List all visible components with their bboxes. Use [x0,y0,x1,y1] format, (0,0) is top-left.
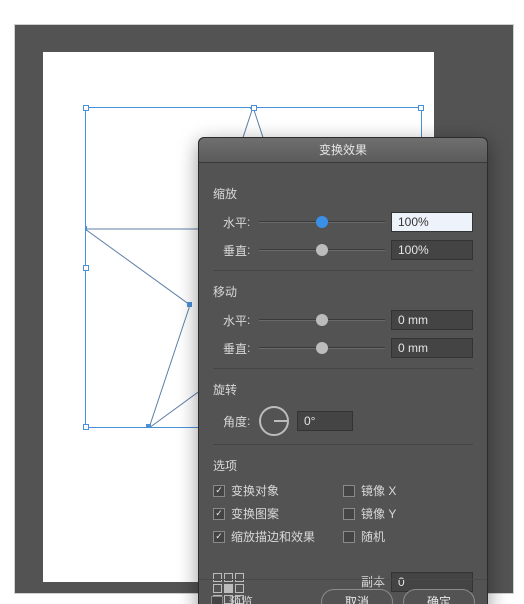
dialog-footer: 预览 取消 确定 [199,579,487,604]
move-horizontal-row: 水平: 0 mm [213,308,473,332]
section-move-title: 移动 [213,283,473,300]
document-window: 变换效果 缩放 水平: 100% 垂直: 100% [14,24,514,594]
move-v-input[interactable]: 0 mm [391,338,473,358]
resize-handle-bl[interactable] [83,424,89,430]
slider-thumb-icon[interactable] [316,314,328,326]
angle-input[interactable]: 0° [297,411,353,431]
checkbox-random[interactable]: 随机 [343,528,473,545]
checkbox-label: 预览 [229,593,253,604]
resize-handle-tm[interactable] [251,105,257,111]
resize-handle-tl[interactable] [83,105,89,111]
checkbox-icon [211,596,223,604]
resize-handle-tr[interactable] [418,105,424,111]
rotate-row: 角度: 0° [213,406,473,436]
checkbox-label: 变换对象 [231,482,279,499]
checkbox-icon [343,508,355,520]
divider [213,270,473,271]
move-vertical-row: 垂直: 0 mm [213,336,473,360]
checkbox-transform-objects[interactable]: ✓ 变换对象 [213,482,343,499]
scale-h-slider[interactable] [253,212,391,232]
checkbox-icon: ✓ [213,485,225,497]
divider [213,444,473,445]
checkbox-preview[interactable]: 预览 [211,593,253,604]
section-options-title: 选项 [213,457,473,474]
move-v-slider[interactable] [253,338,391,358]
checkbox-icon [343,485,355,497]
scale-v-input[interactable]: 100% [391,240,473,260]
scale-h-label: 水平 [213,214,247,231]
angle-label: 角度 [213,413,247,430]
scale-horizontal-row: 水平: 100% [213,210,473,234]
checkbox-icon: ✓ [213,508,225,520]
divider [213,368,473,369]
slider-thumb-icon[interactable] [316,216,328,228]
checkbox-icon [343,531,355,543]
transform-effect-dialog: 变换效果 缩放 水平: 100% 垂直: 100% [198,137,488,604]
checkbox-transform-patterns[interactable]: ✓ 变换图案 [213,505,343,522]
options-grid: ✓ 变换对象 镜像 X ✓ 变换图案 镜像 Y [213,482,473,545]
checkbox-mirror-y[interactable]: 镜像 Y [343,505,473,522]
checkbox-mirror-x[interactable]: 镜像 X [343,482,473,499]
checkbox-icon: ✓ [213,531,225,543]
move-v-label: 垂直 [213,340,247,357]
slider-thumb-icon[interactable] [316,342,328,354]
move-h-input[interactable]: 0 mm [391,310,473,330]
app-root: 变换效果 缩放 水平: 100% 垂直: 100% [0,0,524,604]
section-scale-title: 缩放 [213,185,473,202]
scale-h-input[interactable]: 100% [391,212,473,232]
ok-button[interactable]: 确定 [403,589,475,604]
checkbox-label: 随机 [361,528,385,545]
checkbox-label: 变换图案 [231,505,279,522]
scale-v-label: 垂直 [213,242,247,259]
resize-handle-ml[interactable] [83,265,89,271]
dialog-body: 缩放 水平: 100% 垂直: 100% 移动 [199,163,487,604]
checkbox-label: 镜像 Y [361,505,396,522]
move-h-slider[interactable] [253,310,391,330]
angle-dial[interactable] [259,406,289,436]
checkbox-label: 镜像 X [361,482,396,499]
checkbox-scale-strokes[interactable]: ✓ 缩放描边和效果 [213,528,343,545]
move-h-label: 水平 [213,312,247,329]
cancel-button[interactable]: 取消 [321,589,393,604]
scale-v-slider[interactable] [253,240,391,260]
section-rotate-title: 旋转 [213,381,473,398]
scale-vertical-row: 垂直: 100% [213,238,473,262]
dialog-title[interactable]: 变换效果 [199,138,487,163]
slider-thumb-icon[interactable] [316,244,328,256]
checkbox-label: 缩放描边和效果 [231,528,315,545]
